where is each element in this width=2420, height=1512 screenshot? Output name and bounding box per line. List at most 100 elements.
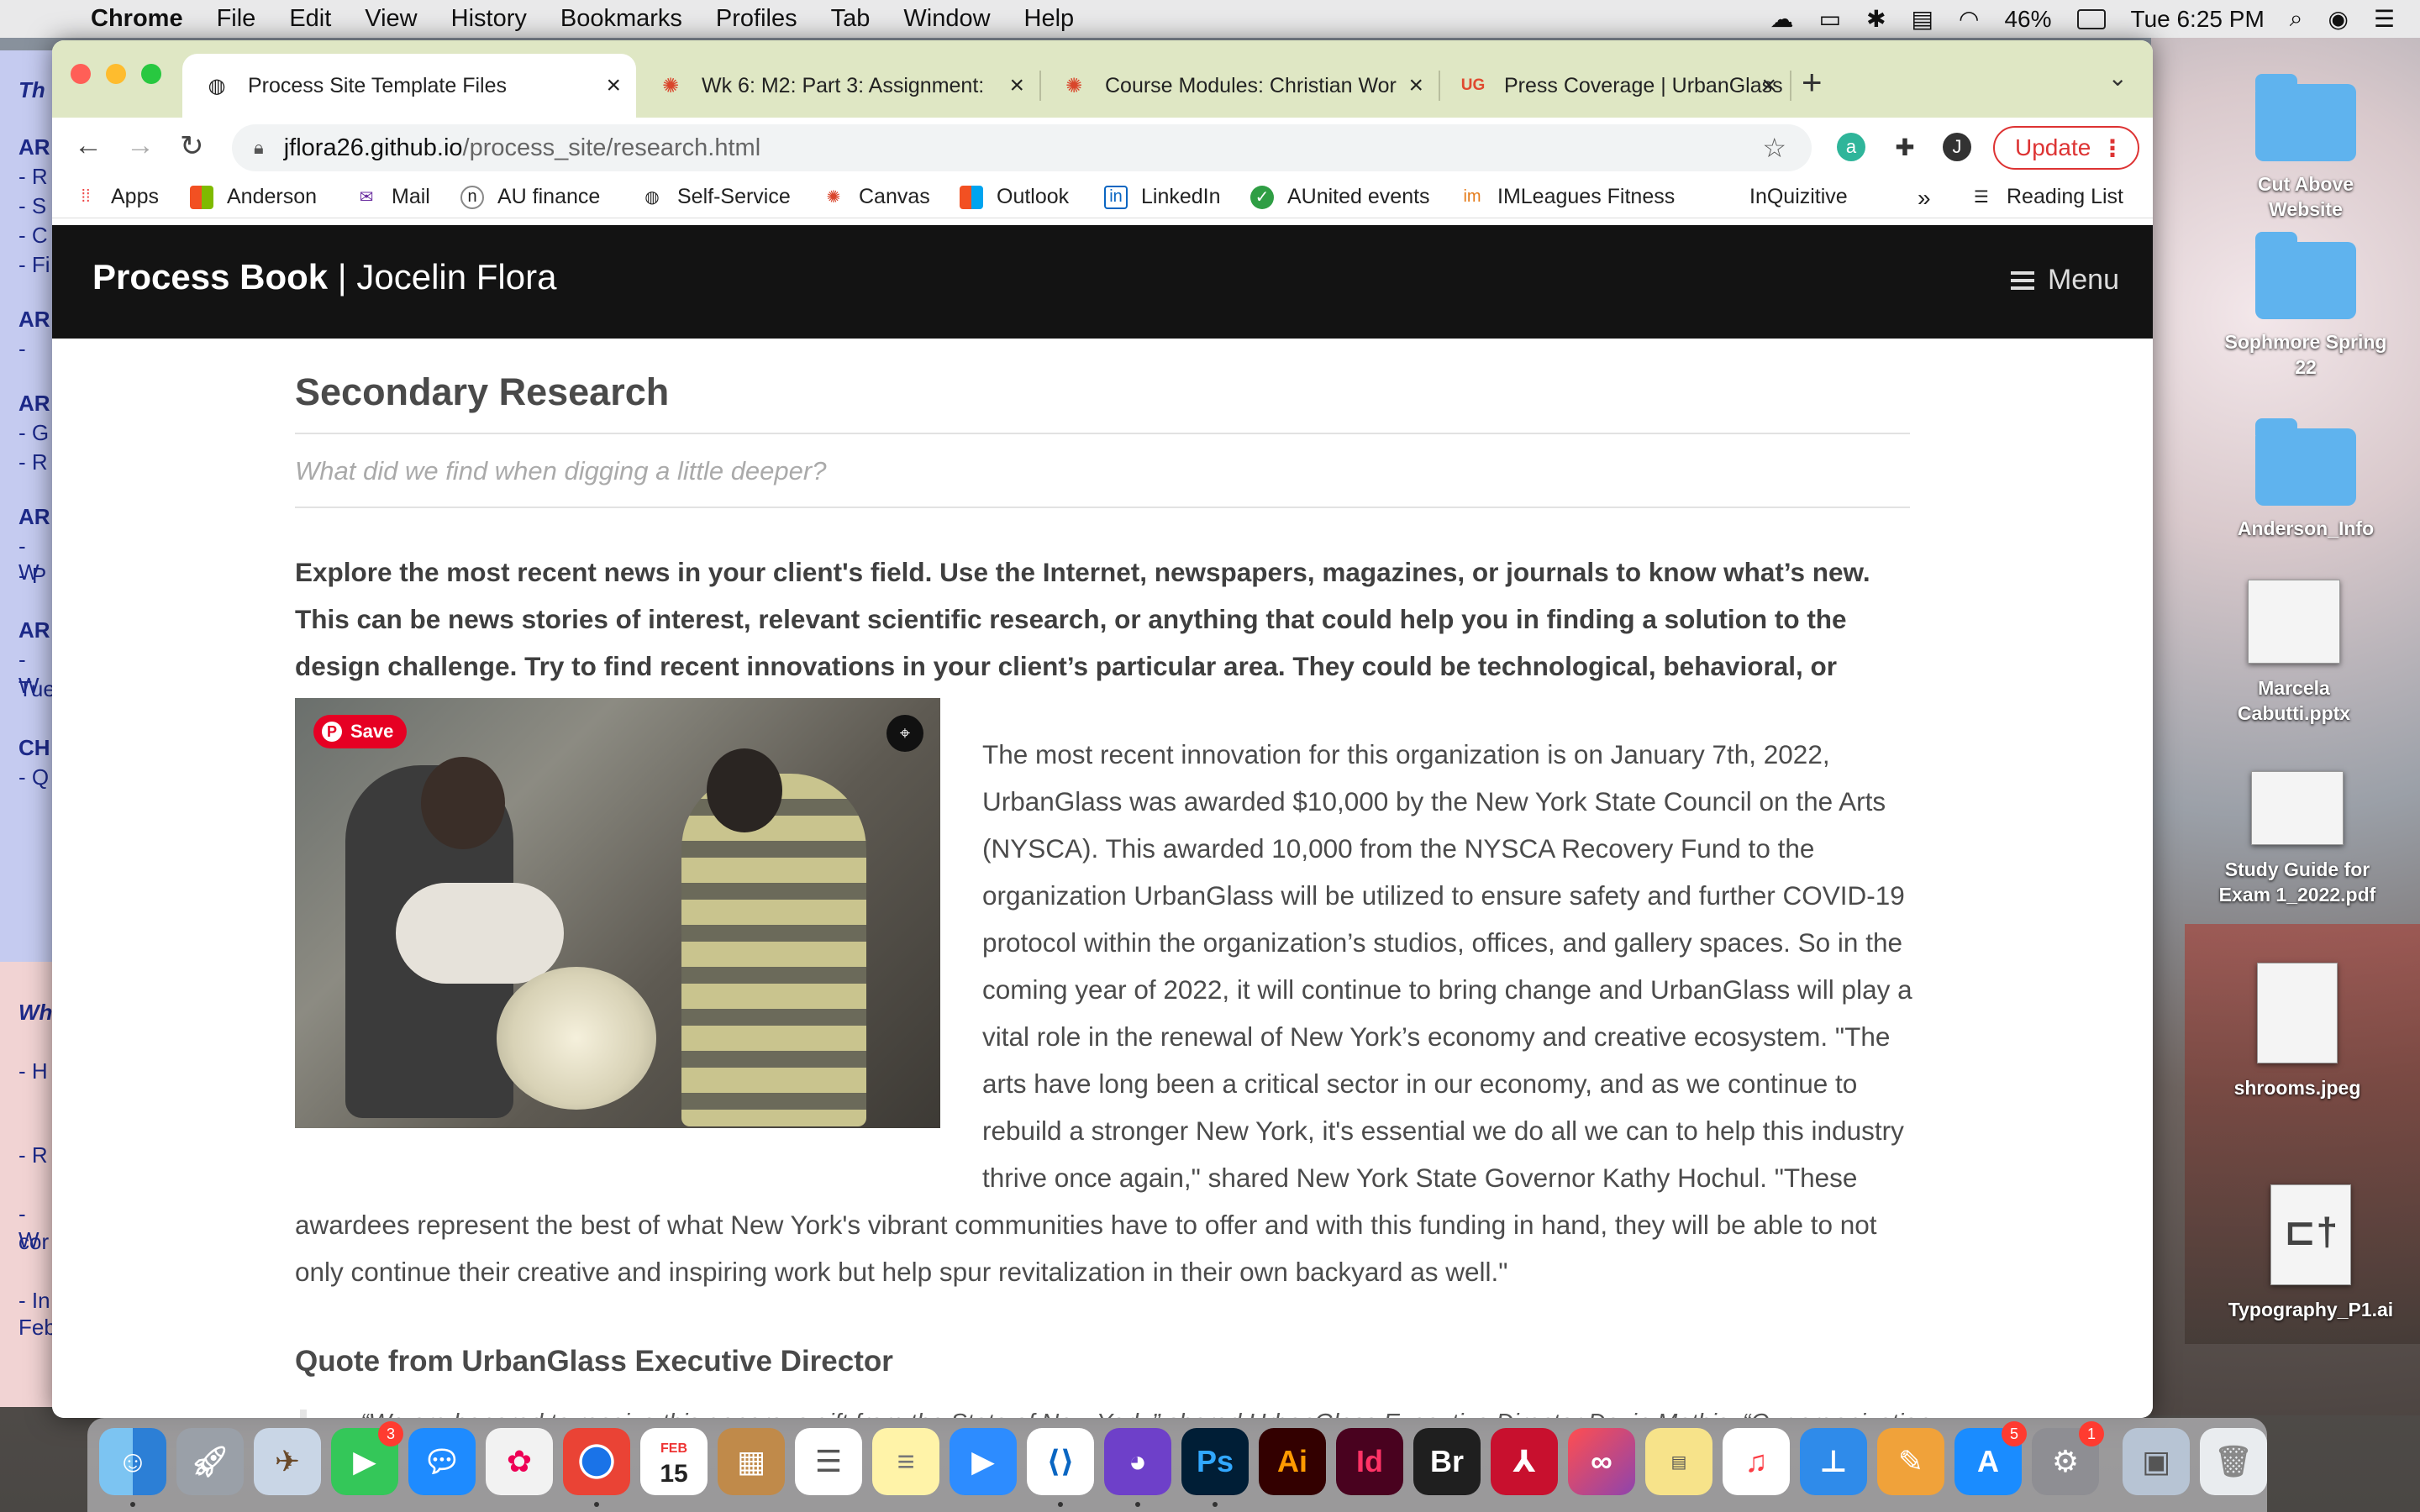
bookmarks-overflow-button[interactable]: » [1918, 185, 1931, 212]
site-menu-button[interactable]: Menu [2010, 264, 2119, 297]
launchpad-icon[interactable]: 🚀︎ [176, 1428, 244, 1495]
menu-help[interactable]: Help [1024, 5, 1075, 33]
github-desktop-icon[interactable]: ◕ [1104, 1428, 1171, 1507]
menu-file[interactable]: File [217, 5, 256, 33]
pages-icon[interactable]: ✎ [1877, 1428, 1944, 1495]
apple-icon[interactable] [34, 3, 67, 36]
reload-icon[interactable]: ↻ [180, 129, 204, 163]
menu-app-name[interactable]: Chrome [91, 5, 183, 33]
stickies-icon[interactable]: ▤ [1645, 1428, 1712, 1495]
desktop-file-marcela-cabutti[interactable]: Marcela Cabutti.pptx [2210, 580, 2378, 726]
photoshop-icon[interactable]: Ps [1181, 1428, 1249, 1507]
close-tab-icon[interactable]: × [1408, 71, 1423, 100]
music-icon[interactable]: ♫ [1723, 1428, 1790, 1495]
keynote-icon[interactable]: ⊥ [1800, 1428, 1867, 1495]
tab-press-coverage[interactable]: UG Press Coverage | UrbanGlass × [1439, 54, 1791, 118]
menu-history[interactable]: History [451, 5, 527, 33]
illustrator-icon[interactable]: Ai [1259, 1428, 1326, 1495]
profile-avatar[interactable]: J [1943, 133, 1971, 161]
more-menu-icon[interactable]: ⋮ [2101, 134, 2124, 162]
system-preferences-icon[interactable]: ⚙ 1 [2032, 1421, 2104, 1495]
menu-edit[interactable]: Edit [289, 5, 331, 33]
creative-cloud-icon[interactable]: ☁ [1770, 5, 1794, 33]
bookmark-imleagues[interactable]: im IMLeagues Fitness [1460, 185, 1675, 209]
visual-search-lens-icon[interactable]: ⌖ [886, 715, 923, 752]
bookmark-outlook[interactable]: Outlook [960, 185, 1069, 209]
desktop-file-study-guide[interactable]: Study Guide for Exam 1_2022.pdf [2213, 771, 2381, 907]
downloads-stack-icon[interactable]: ▣ [2123, 1428, 2190, 1495]
back-icon[interactable]: ← [74, 129, 103, 162]
minimize-window-button[interactable] [106, 64, 126, 84]
reading-list-button[interactable]: ☰ Reading List [1970, 185, 2123, 209]
close-tab-icon[interactable]: × [1761, 71, 1776, 100]
input-flag-icon[interactable]: ▤ [1912, 5, 1933, 33]
calendar-icon[interactable]: FEB 15 [640, 1428, 708, 1495]
background-document-window-lower[interactable]: Wh - H - R - W cor - In Feb [0, 962, 56, 1407]
desktop-folder-sophmore-spring[interactable]: Sophmore Spring 22 [2222, 232, 2390, 380]
wifi-icon[interactable]: ◠ [1959, 5, 1979, 33]
menubar-clock[interactable]: Tue 6:25 PM [2131, 6, 2265, 33]
trash-icon[interactable]: 🗑︎ [2200, 1428, 2267, 1495]
bookmark-au-finance[interactable]: n AU finance [460, 185, 600, 209]
extensions-puzzle-icon[interactable]: ✚ [1891, 133, 1919, 161]
desktop-folder-anderson-info[interactable]: Anderson_Info [2222, 418, 2390, 541]
new-tab-icon[interactable]: + [1802, 62, 1823, 102]
acrobat-icon[interactable]: ⅄ [1491, 1428, 1558, 1495]
menu-tab[interactable]: Tab [831, 5, 871, 33]
bookmark-anderson[interactable]: Anderson [190, 185, 317, 209]
messages-icon[interactable]: 💬︎ [408, 1428, 476, 1495]
background-document-window[interactable]: Th AR - R - S - C - Fi AR - AR - G - R A… [0, 50, 55, 962]
close-window-button[interactable] [71, 64, 91, 84]
notes-icon[interactable]: ≡ [872, 1428, 939, 1495]
photos-icon[interactable]: ✿ [486, 1428, 553, 1495]
indesign-icon[interactable]: Id [1336, 1428, 1403, 1495]
airplay-icon[interactable]: ▭ [1819, 5, 1841, 33]
bookmark-canvas[interactable]: ✺ Canvas [822, 185, 930, 209]
glassblowing-photo[interactable]: P Save ⌖ [295, 698, 940, 1128]
address-bar[interactable]: 🔒︎ jflora26.github.io /process_site/rese… [232, 124, 1812, 171]
menu-profiles[interactable]: Profiles [716, 5, 797, 33]
battery-percent[interactable]: 46% [2004, 6, 2051, 33]
chrome-icon[interactable] [563, 1428, 630, 1507]
app-store-icon[interactable]: A5 [1954, 1421, 2027, 1495]
close-tab-icon[interactable]: × [606, 71, 621, 100]
preview-eagle-icon[interactable]: ✈ [254, 1428, 321, 1495]
bookmark-mail[interactable]: ✉ Mail [355, 185, 430, 209]
tab-wk6-assignment[interactable]: ✺ Wk 6: M2: Part 3: Assignment: × [636, 54, 1039, 118]
close-tab-icon[interactable]: × [1009, 71, 1024, 100]
tab-course-modules[interactable]: ✺ Course Modules: Christian Wor × [1039, 54, 1439, 118]
zoom-window-button[interactable] [141, 64, 161, 84]
pinterest-save-button[interactable]: P Save [313, 715, 408, 748]
spotlight-search-icon[interactable]: ⌕ [2290, 5, 2303, 33]
desktop-file-typography[interactable]: ⊏† Typography_P1.ai [2227, 1184, 2395, 1322]
finder-icon[interactable]: ☺ [99, 1428, 166, 1507]
bookmark-inquizitive[interactable]: InQuizitive [1749, 185, 1848, 209]
bookmark-star-icon[interactable]: ☆ [1762, 132, 1786, 164]
bookmark-aunited-events[interactable]: ✓ AUnited events [1250, 185, 1430, 209]
battery-icon[interactable] [2076, 8, 2106, 29]
control-center-icon[interactable]: ☰ [2374, 5, 2395, 33]
bookmark-linkedin[interactable]: in LinkedIn [1104, 185, 1221, 209]
facetime-icon[interactable]: ▶ 3 [331, 1421, 403, 1495]
grammarly-extension-icon[interactable]: a [1837, 133, 1865, 161]
menu-bookmarks[interactable]: Bookmarks [560, 5, 682, 33]
desktop-folder-cut-above[interactable]: Cut Above Website [2222, 74, 2390, 222]
bookmark-apps[interactable]: ⁞⁞ Apps [74, 185, 159, 209]
menu-view[interactable]: View [365, 5, 417, 33]
creative-cloud-icon[interactable]: ∞ [1568, 1428, 1635, 1495]
zoom-icon[interactable]: ▶ [950, 1428, 1017, 1495]
forward-icon[interactable]: → [126, 129, 155, 162]
site-brand[interactable]: Process Book | Jocelin Flora [92, 257, 556, 297]
reminders-icon[interactable]: ☰ [795, 1428, 862, 1495]
vscode-icon[interactable]: ⟨⟩ [1027, 1428, 1094, 1507]
lock-icon[interactable]: 🔒︎ [254, 137, 264, 159]
tab-process-site[interactable]: ◍ Process Site Template Files × [182, 54, 636, 118]
update-button[interactable]: Update ⋮ [1993, 126, 2139, 170]
bridge-icon[interactable]: Br [1413, 1428, 1481, 1495]
siri-icon[interactable]: ◉ [2328, 5, 2348, 33]
bluetooth-icon[interactable]: ✱ [1866, 5, 1886, 33]
menu-window[interactable]: Window [903, 5, 990, 33]
desktop-file-shrooms[interactable]: shrooms.jpeg [2213, 963, 2381, 1100]
bookmark-self-service[interactable]: ◍ Self-Service [640, 185, 791, 209]
calculator-icon[interactable]: ▦ [718, 1428, 785, 1495]
